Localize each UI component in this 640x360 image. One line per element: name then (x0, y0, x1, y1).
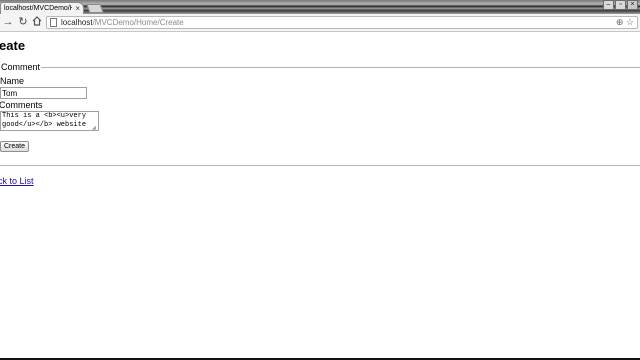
new-tab-button[interactable] (86, 4, 104, 13)
address-bar[interactable]: localhost/MVCDemo/Home/Create ⊕ ☆ (46, 16, 638, 29)
browser-chrome: localhost/MVCDemo/Hom × – ▫ × → ↻ localh… (0, 0, 640, 32)
name-label: Name (0, 76, 25, 86)
restore-button[interactable]: ▫ (615, 0, 626, 10)
url-path: /MVCDemo/Home/Create (92, 18, 184, 27)
home-icon-svg (32, 16, 42, 26)
create-button[interactable]: Create (0, 141, 30, 152)
browser-tab[interactable]: localhost/MVCDemo/Hom × (0, 2, 84, 14)
comments-label: Comments (0, 100, 43, 110)
home-icon[interactable] (31, 16, 43, 28)
comments-textarea[interactable]: This is a <b><u>very good</u></b> websit… (0, 111, 99, 131)
zoom-icon[interactable]: ⊕ (616, 17, 624, 27)
forward-arrow-icon[interactable]: → (2, 16, 14, 28)
tab-close-icon[interactable]: × (75, 3, 80, 14)
page-content: reate Comment Name Comments This is a <b… (0, 32, 640, 360)
page-title: reate (0, 38, 26, 53)
page-icon (50, 18, 57, 27)
bookmark-star-icon[interactable]: ☆ (626, 17, 634, 27)
minimize-button[interactable]: – (603, 0, 614, 10)
omnibox-actions: ⊕ ☆ (616, 17, 634, 28)
fieldset-legend: Comment (0, 62, 42, 72)
browser-toolbar: → ↻ localhost/MVCDemo/Home/Create ⊕ ☆ (0, 14, 640, 32)
tab-strip: localhost/MVCDemo/Hom × – ▫ × (0, 0, 640, 14)
window-controls: – ▫ × (603, 0, 638, 13)
close-window-button[interactable]: × (627, 0, 638, 10)
back-to-list-link[interactable]: ack to List (0, 176, 34, 186)
reload-icon[interactable]: ↻ (17, 16, 29, 28)
url-host: localhost (61, 18, 93, 27)
resize-grip-icon[interactable]: ◢ (92, 126, 97, 131)
tab-title: localhost/MVCDemo/Hom (4, 5, 72, 12)
name-input[interactable] (0, 87, 87, 99)
url-text: localhost/MVCDemo/Home/Create (61, 17, 184, 28)
